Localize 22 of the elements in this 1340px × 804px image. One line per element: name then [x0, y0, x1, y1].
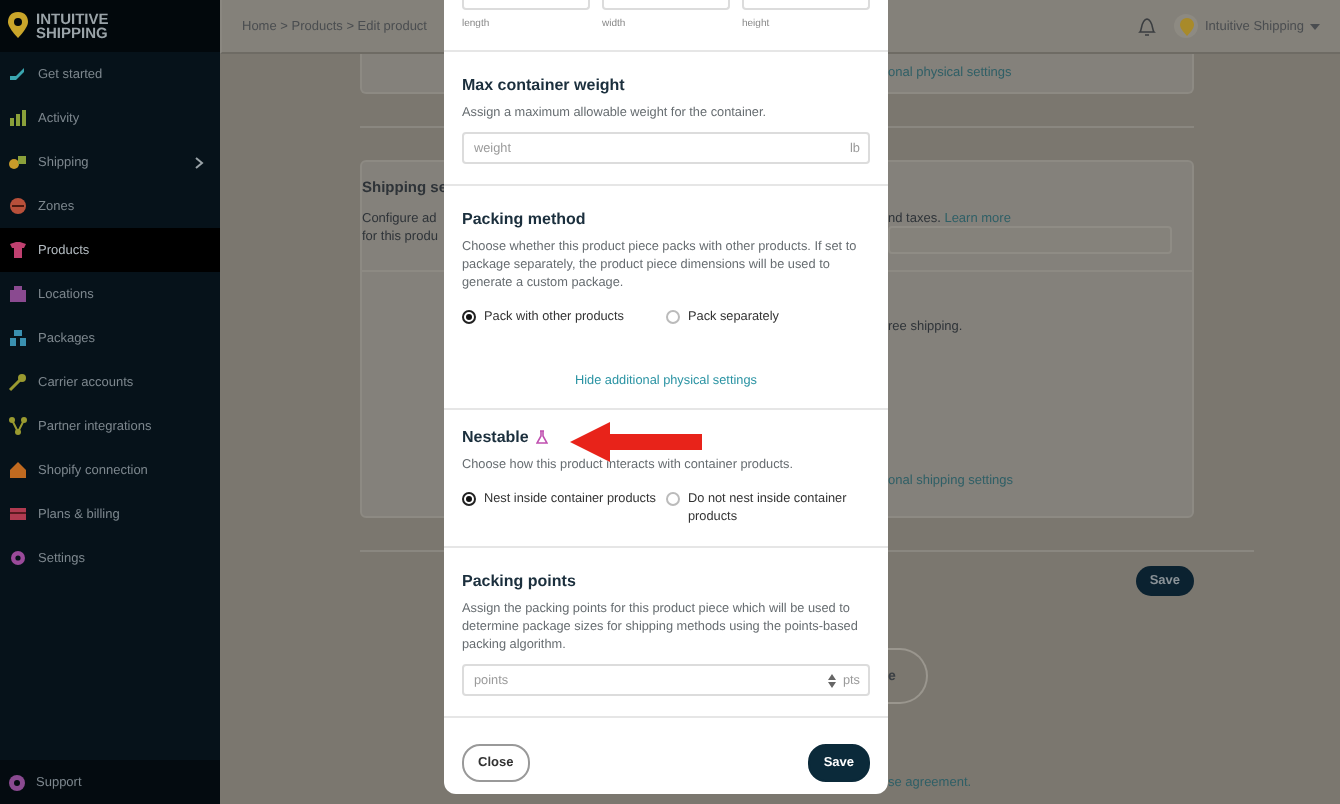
card-icon — [8, 504, 28, 524]
network-icon — [8, 416, 28, 436]
pin-icon — [1179, 17, 1194, 35]
section-title: Nestable — [462, 428, 529, 446]
bell-icon — [1136, 14, 1159, 38]
section-title: Packing points — [462, 572, 578, 590]
building-icon — [8, 284, 28, 304]
spinner-icon — [828, 673, 837, 687]
input-field[interactable] — [888, 226, 1172, 254]
gear-icon — [8, 548, 28, 568]
packages-icon — [8, 328, 28, 348]
chart-icon — [8, 108, 28, 128]
logo-icon — [8, 12, 28, 40]
flask-icon — [536, 430, 549, 444]
caret-icon — [1310, 23, 1320, 29]
section-title: Max container weight — [462, 76, 627, 94]
shirt-icon — [8, 240, 28, 260]
section-title: Packing method — [462, 210, 588, 228]
house-icon — [8, 460, 28, 480]
arrow-annotation — [570, 422, 702, 462]
help-icon — [8, 773, 26, 791]
key-icon — [8, 372, 28, 392]
